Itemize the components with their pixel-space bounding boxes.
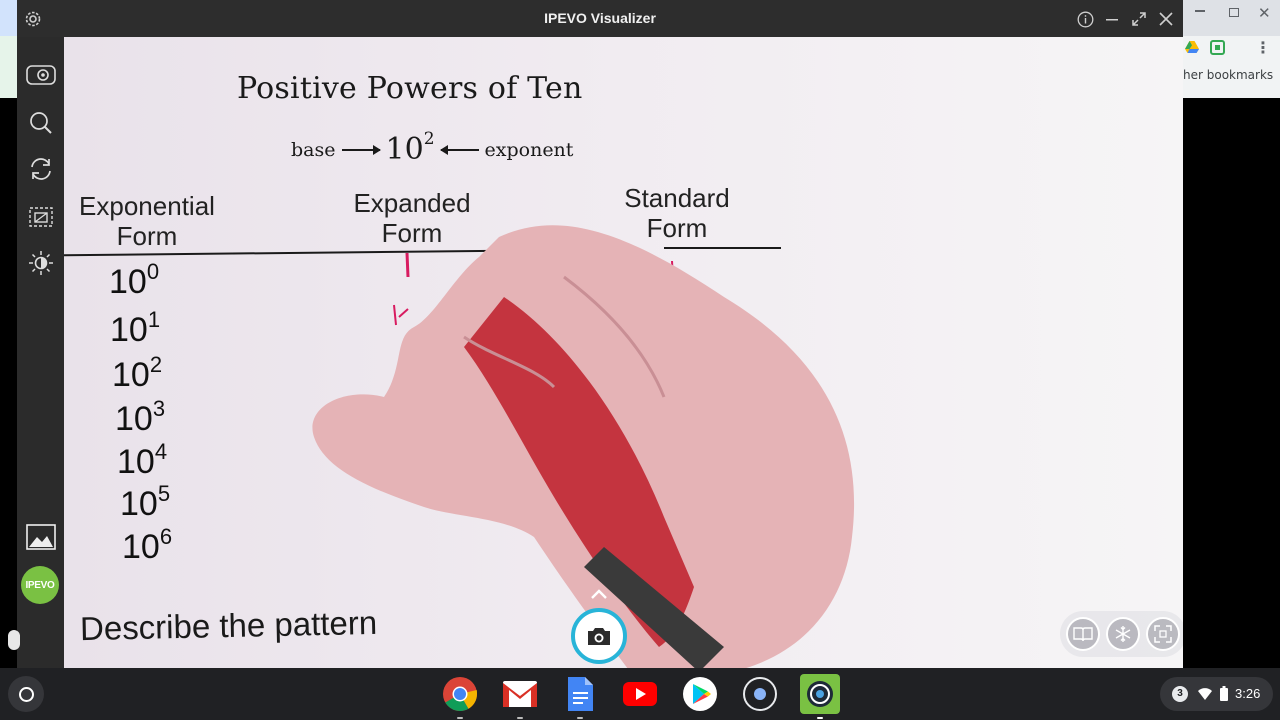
crop-icon[interactable] (26, 202, 56, 232)
maximize-icon[interactable] (1128, 8, 1150, 30)
youtube-icon[interactable] (620, 674, 660, 714)
bookmarks-bar-partial[interactable]: her bookmarks (1183, 68, 1273, 88)
screen: ✕ ⋮ her bookmarks IPEVO Visualizer IPEVO… (0, 0, 1280, 720)
exponent-row: 106 (122, 524, 173, 566)
brightness-icon[interactable] (26, 248, 56, 278)
wifi-icon (1198, 688, 1212, 700)
book-mode-icon[interactable] (1066, 617, 1100, 651)
column-header-line: Exponential (79, 191, 215, 221)
base-number: 10 (385, 132, 424, 167)
chrome-icon[interactable] (440, 674, 480, 719)
column-header-line: Standard (624, 183, 730, 213)
docs-icon[interactable] (560, 674, 600, 719)
exponent-row: 104 (117, 439, 168, 481)
title-bar: IPEVO Visualizer (17, 0, 1183, 37)
close-icon[interactable] (1155, 8, 1177, 30)
background-window-edge (0, 0, 18, 98)
fullscreen-icon[interactable] (1146, 617, 1180, 651)
zoom-icon[interactable] (26, 108, 56, 138)
app-window: IPEVO Visualizer IPEVO Positive Powers o… (17, 0, 1183, 668)
google-drive-icon[interactable] (1185, 41, 1199, 54)
minimize-icon[interactable] (1195, 10, 1205, 12)
view-mode-icon[interactable] (26, 60, 56, 90)
ipevo-logo[interactable]: IPEVO (21, 566, 59, 604)
camera-view[interactable]: Positive Powers of Ten base 102 exponent E… (64, 37, 1183, 668)
status-tray[interactable]: 3 3:26 (1160, 677, 1273, 711)
rotate-icon[interactable] (26, 154, 56, 184)
exponent-row: 105 (120, 481, 171, 523)
capture-button[interactable] (571, 608, 627, 664)
column-header-exponential: Exponential Form (67, 191, 227, 251)
play-store-icon[interactable] (680, 674, 720, 714)
maximize-icon[interactable] (1229, 8, 1239, 17)
camera-icon (588, 628, 610, 645)
exponent-label: exponent (484, 139, 574, 161)
base-exponent-diagram: base 102 exponent (291, 129, 573, 167)
window-title: IPEVO Visualizer (544, 10, 656, 26)
column-header-line: Expanded (353, 188, 471, 218)
base-exponent: 2 (423, 129, 435, 149)
worksheet-title: Positive Powers of Ten (237, 71, 583, 106)
gmail-icon[interactable] (500, 674, 540, 719)
tool-sidebar: IPEVO (17, 37, 64, 668)
exponent-row: 102 (112, 352, 163, 394)
notification-badge[interactable]: 3 (1172, 686, 1188, 702)
gallery-icon[interactable] (26, 522, 56, 552)
battery-icon (1220, 686, 1228, 701)
exponent-row: 101 (110, 307, 161, 349)
more-menu-icon[interactable]: ⋮ (1255, 38, 1271, 57)
view-mode-toolbar (1060, 611, 1183, 657)
background-browser: ✕ ⋮ her bookmarks (1183, 0, 1280, 98)
base-label: base (291, 139, 336, 161)
ipevo-app-icon[interactable] (800, 674, 840, 719)
clock[interactable]: 3:26 (1235, 686, 1260, 701)
window-peek-handle (8, 630, 20, 650)
info-icon[interactable] (1074, 8, 1096, 30)
ipevo-logo-text: IPEVO (25, 579, 55, 591)
minimize-icon[interactable] (1101, 8, 1123, 30)
exponent-row: 103 (115, 396, 166, 438)
chevron-up-icon[interactable] (589, 586, 609, 602)
shelf: 3 3:26 (0, 668, 1280, 720)
arrow-left-icon (439, 145, 479, 155)
freeze-icon[interactable] (1106, 617, 1140, 651)
arrow-right-icon (341, 145, 381, 155)
camera-app-icon[interactable] (740, 674, 780, 714)
exponent-row: 100 (109, 259, 160, 301)
close-icon[interactable]: ✕ (1258, 4, 1271, 22)
column-header-line: Form (116, 221, 178, 251)
extension-icon[interactable] (1210, 40, 1225, 55)
launcher-button[interactable] (8, 676, 44, 712)
